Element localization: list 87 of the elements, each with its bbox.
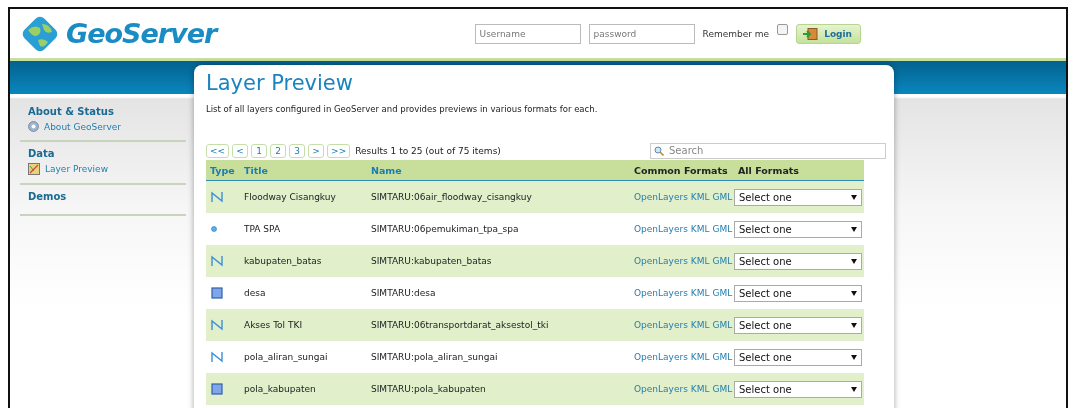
title-cell-text: TPA SPA: [243, 224, 282, 234]
page-description: List of all layers configured in GeoServer and provides previews in various formats for each.: [206, 104, 599, 114]
title-cell-text: desa: [243, 288, 267, 298]
title-cell-text: Akses Tol TKI: [243, 320, 304, 330]
format-link[interactable]: KML: [690, 192, 710, 202]
login-button[interactable]: Login: [796, 23, 861, 44]
pager-button[interactable]: <<: [206, 143, 230, 158]
dropdown-caret-icon: [851, 290, 857, 296]
name-cell-text: SIMTARU:desa: [370, 288, 437, 298]
format-link[interactable]: OpenLayers: [634, 352, 688, 362]
polygon-icon: [211, 383, 223, 395]
pager-button[interactable]: 1: [251, 143, 268, 158]
format-link[interactable]: KML: [690, 384, 710, 394]
format-link[interactable]: OpenLayers: [634, 384, 688, 394]
format-select[interactable]: Select one: [734, 284, 862, 302]
format-select[interactable]: Select one: [734, 316, 862, 334]
pager-button[interactable]: 3: [289, 143, 306, 158]
sidebar-heading: Data: [28, 148, 56, 159]
format-link[interactable]: GML: [712, 224, 733, 234]
line-icon: [211, 255, 223, 267]
format-link[interactable]: KML: [690, 320, 710, 330]
column-header[interactable]: Title: [240, 164, 367, 176]
remember-me-label: Remember me: [702, 28, 770, 39]
format-select[interactable]: Select one: [734, 188, 862, 206]
title-cell-text: kabupaten_batas: [243, 256, 323, 266]
format-link[interactable]: KML: [690, 288, 710, 298]
format-link[interactable]: OpenLayers: [634, 224, 688, 234]
format-link[interactable]: KML: [690, 256, 710, 266]
format-select[interactable]: Select one: [734, 380, 862, 398]
format-link[interactable]: GML: [712, 384, 733, 394]
info-icon: [28, 121, 39, 132]
search-icon: [654, 145, 664, 156]
format-link[interactable]: GML: [712, 256, 733, 266]
sidebar-heading: Demos: [28, 191, 68, 202]
search-field[interactable]: Search: [650, 142, 886, 159]
column-header: Common Formats: [633, 164, 729, 176]
pager-button[interactable]: >>: [327, 143, 351, 158]
format-link[interactable]: GML: [712, 288, 733, 298]
title-cell-text: pola_kabupaten: [243, 384, 317, 394]
format-link[interactable]: GML: [712, 192, 733, 202]
dropdown-caret-icon: [851, 226, 857, 232]
password-field[interactable]: password: [588, 23, 695, 44]
format-link[interactable]: GML: [712, 320, 733, 330]
door-icon: [802, 27, 819, 40]
sidebar-link[interactable]: Layer Preview: [28, 163, 186, 175]
results-summary: Results 1 to 25 (out of 75 items): [355, 145, 501, 156]
name-cell-text: SIMTARU:pola_kabupaten: [370, 384, 487, 394]
name-cell-text: SIMTARU:06transportdarat_aksestol_tki: [370, 320, 550, 330]
dropdown-caret-icon: [851, 386, 857, 392]
dropdown-caret-icon: [851, 194, 857, 200]
format-link[interactable]: GML: [712, 352, 733, 362]
format-select[interactable]: Select one: [734, 252, 862, 270]
page-title: Layer Preview: [206, 71, 354, 95]
sidebar-heading: About & Status: [28, 106, 115, 117]
dropdown-caret-icon: [851, 258, 857, 264]
title-cell-text: pola_aliran_sungai: [243, 352, 329, 362]
line-icon: [211, 191, 223, 203]
pager-button[interactable]: <: [232, 143, 249, 158]
format-link[interactable]: OpenLayers: [634, 256, 688, 266]
username-field[interactable]: Username: [474, 23, 581, 44]
sidebar-link[interactable]: About GeoServer: [28, 121, 186, 132]
remember-checkbox[interactable]: [777, 24, 789, 35]
logo-text: GeoServer: [66, 18, 217, 49]
name-cell-text: SIMTARU:pola_aliran_sungai: [370, 352, 499, 362]
name-cell-text: SIMTARU:06air_floodway_cisangkuy: [370, 192, 533, 202]
pager-button[interactable]: >: [308, 143, 325, 158]
format-link[interactable]: KML: [690, 352, 710, 362]
name-cell-text: SIMTARU:kabupaten_batas: [370, 256, 493, 266]
dropdown-caret-icon: [851, 322, 857, 328]
title-cell-text: Floodway Cisangkuy: [243, 192, 337, 202]
format-select[interactable]: Select one: [734, 348, 862, 366]
format-link[interactable]: OpenLayers: [634, 320, 688, 330]
format-select[interactable]: Select one: [734, 220, 862, 238]
column-header[interactable]: Name: [367, 164, 630, 176]
name-cell-text: SIMTARU:06pemukiman_tpa_spa: [370, 224, 520, 234]
map-icon: [28, 163, 40, 175]
column-header[interactable]: Type: [206, 164, 240, 176]
format-link[interactable]: OpenLayers: [634, 192, 688, 202]
polygon-icon: [211, 287, 223, 299]
column-header: All Formats: [737, 164, 800, 176]
dropdown-caret-icon: [851, 354, 857, 360]
format-link[interactable]: KML: [690, 224, 710, 234]
line-icon: [211, 351, 223, 363]
point-icon: [211, 226, 217, 232]
pager-button[interactable]: 2: [270, 143, 287, 158]
format-link[interactable]: OpenLayers: [634, 288, 688, 298]
line-icon: [211, 319, 223, 331]
